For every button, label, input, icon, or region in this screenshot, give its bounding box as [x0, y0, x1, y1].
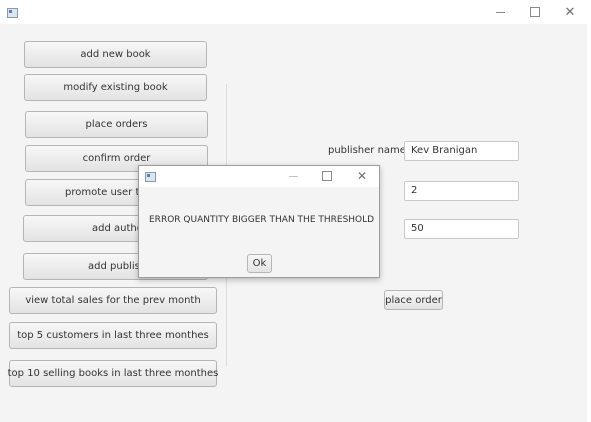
close-icon: ✕ [564, 4, 576, 20]
top-5-customers-button[interactable]: top 5 customers in last three monthes [9, 322, 217, 349]
dialog-message: ERROR QUANTITY BIGGER THAN THE THRESHOLD [149, 215, 375, 225]
dialog-maximize-button[interactable] [318, 168, 336, 184]
add-new-book-button[interactable]: add new book [24, 41, 207, 68]
place-order-button[interactable]: place order [384, 290, 443, 310]
publisher-name-field[interactable]: Kev Branigan [404, 141, 519, 161]
threshold-field[interactable]: 50 [404, 219, 519, 239]
close-button[interactable]: ✕ [560, 4, 580, 20]
dialog-minimize-button[interactable] [284, 168, 302, 184]
app-icon [7, 8, 18, 18]
minimize-icon [495, 11, 505, 13]
dialog-titlebar: ✕ [139, 166, 379, 187]
minimize-icon [288, 175, 298, 177]
maximize-icon [530, 7, 540, 17]
window-titlebar: ✕ [0, 0, 591, 24]
publisher-name-label: publisher name [328, 145, 406, 156]
ok-button[interactable]: Ok [247, 254, 272, 273]
minimize-button[interactable] [490, 4, 510, 20]
dialog-close-button[interactable]: ✕ [353, 168, 371, 184]
modify-existing-book-button[interactable]: modify existing book [24, 74, 207, 101]
dialog-app-icon [145, 172, 156, 182]
close-icon: ✕ [356, 169, 368, 183]
maximize-icon [322, 171, 332, 181]
view-total-sales-button[interactable]: view total sales for the prev month [9, 287, 217, 314]
top-10-selling-books-button[interactable]: top 10 selling books in last three month… [8, 360, 218, 387]
place-orders-button[interactable]: place orders [25, 111, 208, 138]
error-dialog: ✕ ERROR QUANTITY BIGGER THAN THE THRESHO… [138, 165, 380, 278]
maximize-button[interactable] [525, 4, 545, 20]
quantity-field[interactable]: 2 [404, 181, 519, 201]
